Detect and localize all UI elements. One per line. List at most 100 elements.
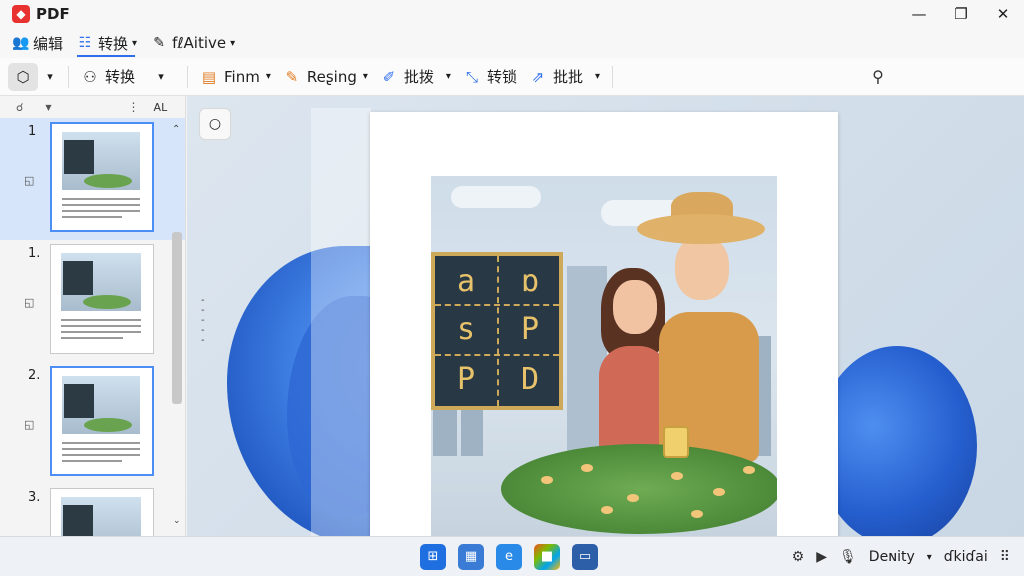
ghost-panel bbox=[311, 108, 371, 536]
text-line bbox=[61, 331, 141, 333]
flower bbox=[713, 488, 725, 496]
flower bbox=[743, 466, 755, 474]
menu-convert-label: 转换 bbox=[98, 34, 129, 53]
menu-convert[interactable]: ☷ 转换 ▾ bbox=[75, 28, 149, 58]
form-icon: ▤ bbox=[201, 67, 217, 86]
person-icon: ⚇ bbox=[83, 67, 97, 86]
page-illustration: a ɒ s P P D bbox=[431, 176, 777, 536]
app-logo-icon: ◆ bbox=[12, 5, 30, 23]
chat-icon[interactable]: ▭ bbox=[572, 544, 598, 570]
circle-tool-button[interactable]: ○ bbox=[199, 108, 231, 140]
convert-dropdown[interactable]: ▾ bbox=[141, 70, 181, 83]
form-tool-label: Finm bbox=[224, 67, 260, 86]
divider bbox=[612, 65, 614, 88]
thumbnail-image bbox=[62, 132, 140, 190]
convert-lock-tool[interactable]: ⤡ 转锁 bbox=[457, 63, 523, 91]
tray-extra-label[interactable]: ɗkiɗai bbox=[944, 549, 988, 565]
flower bbox=[541, 476, 553, 484]
grid-menu-icon[interactable]: ⠿ bbox=[1000, 549, 1010, 565]
page-thumbnail[interactable] bbox=[50, 244, 154, 354]
transform-icon: ⤡ bbox=[465, 67, 478, 86]
scroll-down-icon[interactable]: ⌄ bbox=[173, 516, 181, 526]
sidebar-header: ☌ ▼ ⋮ AL bbox=[0, 96, 185, 118]
convert-tool-label: 转换 bbox=[105, 68, 136, 86]
page-number: 2. bbox=[28, 368, 41, 383]
thumbnail-image bbox=[62, 376, 140, 434]
document-canvas[interactable]: ○ ----- a ɒ s P P D bbox=[187, 96, 1024, 536]
thumbnail-row[interactable]: 1. ◱ bbox=[0, 240, 185, 362]
chevron-down-icon[interactable]: ▼ bbox=[45, 103, 51, 112]
batch-tool-label: 批拨 bbox=[403, 68, 434, 86]
chevron-down-icon: ▾ bbox=[445, 71, 451, 82]
density-label[interactable]: Deɴity bbox=[869, 549, 915, 565]
close-button[interactable]: ✕ bbox=[982, 0, 1024, 28]
page-number: 1 bbox=[28, 124, 37, 139]
chevron-down-icon: ▾ bbox=[265, 71, 271, 82]
text-line bbox=[62, 198, 140, 200]
thumbnail-row[interactable]: 1 ◱ bbox=[0, 118, 185, 240]
thumbnail-sidebar: ☌ ▼ ⋮ AL 1 ◱ 1. ◱ 2. ◱ 3. ⌃ ⌄ bbox=[0, 96, 186, 536]
page-thumbnail[interactable] bbox=[50, 122, 154, 232]
chevron-down-icon[interactable]: ▾ bbox=[927, 552, 932, 563]
resign-tool[interactable]: ✎ Reʂing ▾ bbox=[277, 63, 374, 91]
select-tool-button[interactable]: ⬡ bbox=[8, 62, 38, 91]
store-icon[interactable]: ■ bbox=[534, 544, 560, 570]
pdf-page[interactable]: a ɒ s P P D bbox=[370, 112, 838, 536]
edge-browser-icon[interactable]: e bbox=[496, 544, 522, 570]
batch2-tool-label: 批批 bbox=[552, 68, 583, 86]
windows-start-icon[interactable]: ⊞ bbox=[420, 544, 446, 570]
text-line bbox=[61, 325, 141, 327]
export-icon: ⇗ bbox=[531, 67, 545, 86]
menu-relative[interactable]: ✎ fℓAitive ▾ bbox=[149, 28, 247, 58]
convert-tool[interactable]: ⚇ 转换 bbox=[75, 63, 141, 91]
bookmark-icon[interactable]: ◱ bbox=[24, 296, 34, 309]
menu-edit[interactable]: 👥 编辑 bbox=[10, 28, 75, 58]
page-number: 3. bbox=[28, 490, 41, 505]
restore-button[interactable]: ❐ bbox=[940, 0, 982, 28]
flower bbox=[627, 494, 639, 502]
wallpaper-swirl bbox=[817, 346, 977, 536]
select-tool-dropdown[interactable]: ▾ bbox=[38, 70, 62, 83]
page-thumbnail[interactable] bbox=[50, 366, 154, 476]
fingerprint-icon[interactable]: ☌ bbox=[16, 101, 23, 114]
file-explorer-icon[interactable]: ▦ bbox=[458, 544, 484, 570]
sign-letter: ɒ bbox=[520, 264, 540, 299]
text-line bbox=[62, 216, 122, 218]
scroll-up-icon[interactable]: ⌃ bbox=[172, 124, 180, 135]
text-line bbox=[62, 210, 140, 212]
sign-letter: a bbox=[456, 264, 476, 299]
ruler-marks: ----- bbox=[201, 295, 205, 346]
window-controls: — ❐ ✕ bbox=[898, 0, 1024, 28]
bookmark-icon[interactable]: ◱ bbox=[24, 418, 34, 431]
play-icon[interactable]: ▶ bbox=[816, 549, 827, 565]
page-thumbnail[interactable] bbox=[50, 488, 154, 536]
microphone-icon[interactable]: 🎙 bbox=[839, 549, 857, 565]
text-line bbox=[62, 454, 140, 456]
letter-sign: a ɒ s P P D bbox=[431, 252, 563, 410]
sidebar-scrollbar[interactable] bbox=[172, 232, 182, 404]
batch2-tool[interactable]: ⇗ 批批 ▾ bbox=[523, 63, 606, 91]
gear-icon[interactable]: ⚙ bbox=[792, 549, 805, 565]
thumbnail-row[interactable]: 3. bbox=[0, 484, 185, 536]
resign-tool-label: Reʂing bbox=[306, 67, 357, 86]
text-line bbox=[62, 204, 140, 206]
page-number: 1. bbox=[28, 246, 41, 261]
bookmark-icon[interactable]: ◱ bbox=[24, 174, 34, 187]
chevron-down-icon: ▾ bbox=[230, 37, 236, 49]
thumbnail-row[interactable]: 2. ◱ bbox=[0, 362, 185, 484]
sign-letter: P bbox=[456, 362, 476, 397]
flower bbox=[601, 506, 613, 514]
divider bbox=[68, 65, 69, 88]
honey-jar bbox=[663, 426, 689, 458]
user-icon[interactable]: ⚲ bbox=[864, 63, 892, 91]
menu-relative-label: fℓAitive bbox=[172, 34, 227, 52]
woman-head bbox=[613, 280, 657, 334]
more-icon[interactable]: ⋮ bbox=[128, 100, 140, 114]
people-icon: 👥 bbox=[12, 35, 30, 51]
pen-icon: ✎ bbox=[285, 67, 299, 86]
form-tool[interactable]: ▤ Finm ▾ bbox=[194, 63, 277, 91]
minimize-button[interactable]: — bbox=[898, 0, 940, 28]
taskbar: ⊞ ▦ e ■ ▭ ⚙ ▶ 🎙 Deɴity ▾ ɗkiɗai ⠿ bbox=[0, 536, 1024, 576]
batch-tool[interactable]: ✐ 批拨 ▾ bbox=[374, 63, 457, 91]
cube-icon: ⬡ bbox=[16, 67, 30, 86]
